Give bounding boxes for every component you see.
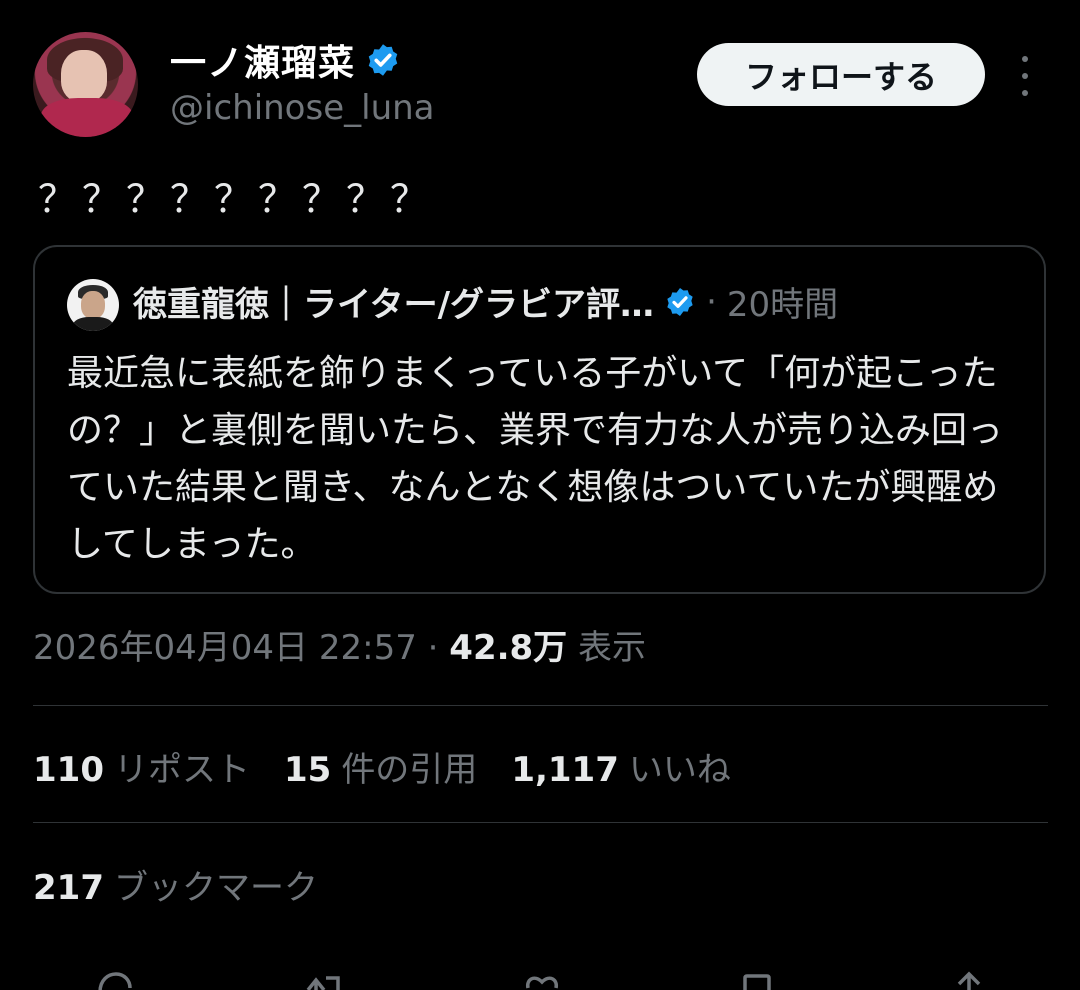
divider [33,705,1048,706]
reply-icon[interactable] [90,968,138,990]
repost-icon[interactable] [300,968,348,990]
views-label: 表示 [578,628,646,668]
quoted-separator: · [706,281,717,322]
follow-button[interactable]: フォローする [697,43,985,106]
likes-count: 1,117 [511,750,619,790]
author-handle[interactable]: @ichinose_luna [170,88,435,128]
more-icon[interactable] [1010,56,1040,96]
likes-label: いいね [628,750,731,790]
views-count: 42.8万 [449,628,568,668]
share-icon[interactable] [945,968,993,990]
bookmarks-stat[interactable]: 217 ブックマーク [33,860,318,909]
reposts-stat[interactable]: 110 リポスト [33,742,250,791]
verified-badge-icon [368,44,398,76]
tweet-text: ？？？？？？？？？ [38,177,435,221]
divider [33,822,1048,823]
meta-separator: · [427,628,439,668]
bookmark-icon[interactable] [733,968,781,990]
verified-badge-icon [667,287,693,316]
likes-stat[interactable]: 1,117 いいね [511,742,731,791]
tweet-meta: 2026年04月04日 22:57 · 42.8万 表示 [33,620,646,669]
reposts-count: 110 [33,750,104,790]
tweet-timestamp[interactable]: 2026年04月04日 22:57 [33,628,417,668]
quoted-tweet-text: 最近急に表紙を飾りまくっている子がいて「何が起こったの？」と裏側を聞いたら、業界… [67,353,1004,565]
tweet-detail: 一ノ瀬瑠菜 @ichinose_luna フォローする ？？？？？？？？？ 徳重… [0,0,1080,990]
bookmarks-count: 217 [33,868,104,908]
like-icon[interactable] [518,968,566,990]
quotes-count: 15 [283,750,332,790]
quoted-tweet-card[interactable]: 徳重龍徳｜ライター/グラビア評… · 20時間 最近急に表紙を飾りまくっている子… [33,245,1046,594]
author-display-name[interactable]: 一ノ瀬瑠菜 [170,34,355,86]
quoted-author-name: 徳重龍徳｜ライター/グラビア評… [133,285,655,325]
bookmarks-label: ブックマーク [113,868,318,908]
engagement-stats: 110 リポスト 15 件の引用 1,117 いいね [33,742,731,791]
author-avatar[interactable] [33,32,138,137]
quoted-time: 20時間 [726,285,839,325]
quoted-author-avatar [67,279,119,331]
quotes-stat[interactable]: 15 件の引用 [284,742,477,791]
quotes-label: 件の引用 [341,750,478,790]
action-bar [0,968,1080,990]
reposts-label: リポスト [113,750,250,790]
author-name-row: 一ノ瀬瑠菜 [170,34,401,86]
quoted-tweet-header: 徳重龍徳｜ライター/グラビア評… · 20時間 [133,277,838,326]
